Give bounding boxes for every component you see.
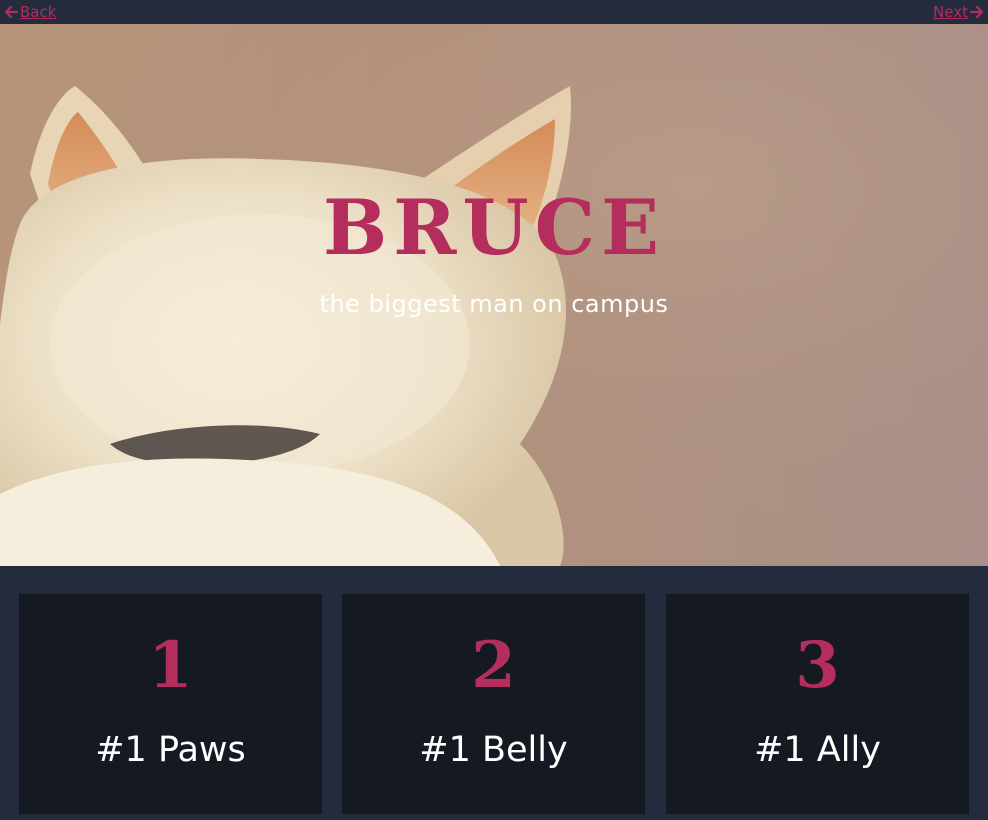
top-nav-bar: Back Next [0,0,988,24]
hero-subtitle: the biggest man on campus [319,290,669,318]
arrow-right-icon [970,5,984,19]
card-number: 3 [795,628,840,703]
feature-card: 3 #1 Ally [666,594,969,814]
feature-cards: 1 #1 Paws 2 #1 Belly 3 #1 Ally [19,594,969,814]
card-label: #1 Paws [95,730,246,770]
next-link[interactable]: Next [933,3,984,21]
card-label: #1 Belly [419,730,568,770]
card-number: 1 [148,628,193,703]
back-link-label: Back [20,3,57,21]
back-link[interactable]: Back [4,3,56,21]
next-link-label: Next [933,3,968,21]
feature-card: 2 #1 Belly [342,594,645,814]
feature-card: 1 #1 Paws [19,594,322,814]
card-label: #1 Ally [754,730,881,770]
arrow-left-icon [4,5,18,19]
hero-banner: BRUCE the biggest man on campus [0,24,988,566]
hero-title: BRUCE [322,183,666,272]
card-number: 2 [471,628,516,703]
